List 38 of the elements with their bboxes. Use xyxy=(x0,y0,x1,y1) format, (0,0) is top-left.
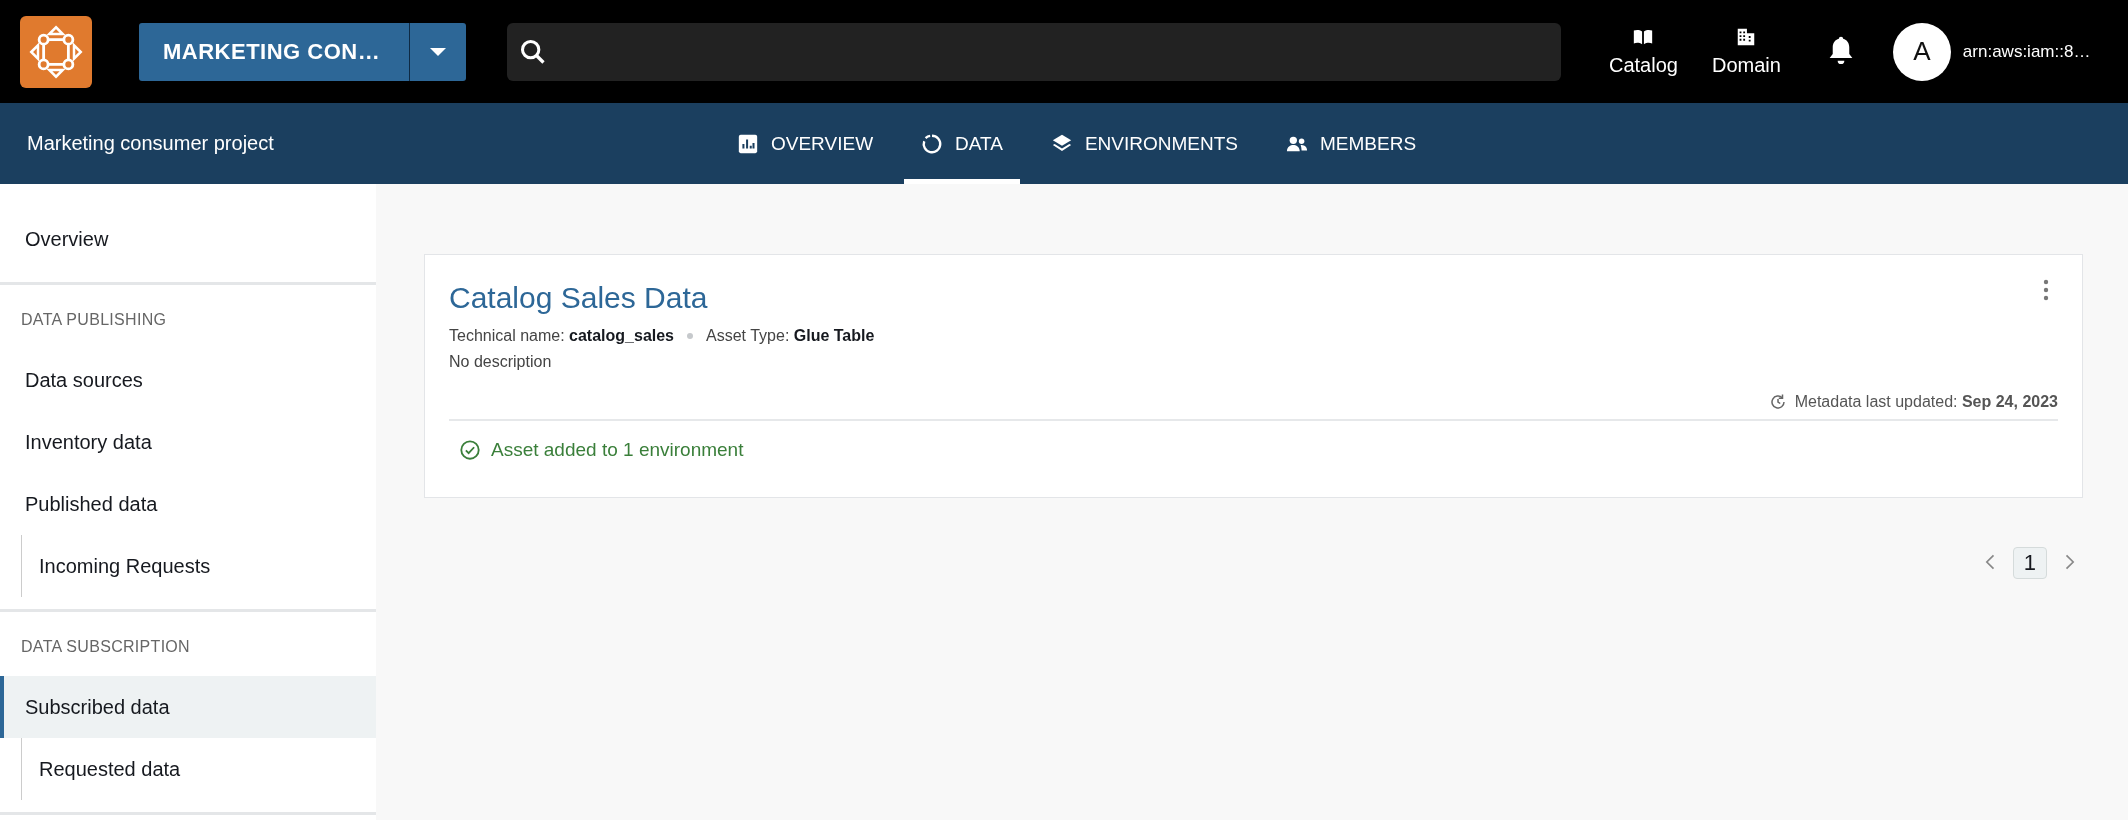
sidebar-item[interactable]: Published data xyxy=(0,473,376,535)
nav-link[interactable]: Catalog xyxy=(1609,26,1678,77)
technical-name: Technical name: catalog_sales xyxy=(449,327,674,345)
metadata-updated: Metadata last updated: Sep 24, 2023 xyxy=(1794,393,2058,411)
dot-separator-icon xyxy=(686,332,694,340)
circle-arc-icon xyxy=(921,132,944,155)
sidebar-item[interactable]: Data sources xyxy=(0,349,376,411)
search-field[interactable] xyxy=(507,22,1561,81)
sidebar-item[interactable]: Subscribed data xyxy=(0,676,376,738)
asset-description: No description xyxy=(449,353,553,371)
account-name: arn:aws:iam::8… xyxy=(1962,41,2091,62)
clock-icon xyxy=(1768,393,1787,411)
sidebar-item[interactable]: Inventory data xyxy=(0,411,376,473)
network-logo-icon xyxy=(29,24,83,79)
nav-tab[interactable]: MEMBERS xyxy=(1269,103,1434,184)
nav-tab[interactable]: OVERVIEW xyxy=(720,103,891,184)
section-heading: DATA PUBLISHING xyxy=(20,310,168,330)
dropdown-button[interactable] xyxy=(409,22,466,81)
asset-title-link[interactable]: Catalog Sales Data xyxy=(449,281,708,315)
nav-link[interactable]: Domain xyxy=(1711,26,1781,77)
caret-icon xyxy=(430,47,446,56)
project-selector-button[interactable]: MARKETING CON… xyxy=(139,22,409,81)
sidebar-item[interactable]: Overview xyxy=(0,208,376,270)
section-heading: DATA SUBSCRIPTION xyxy=(20,637,191,657)
search-icon xyxy=(519,37,547,66)
asset-type: Asset Type: Glue Table xyxy=(706,327,875,345)
nav-tab[interactable]: DATA xyxy=(904,103,1020,184)
user-avatar[interactable]: A xyxy=(1892,22,1951,81)
bar-chart-icon xyxy=(737,132,759,155)
check-circle-icon xyxy=(459,439,481,461)
sidebar-subitem[interactable]: Incoming Requests xyxy=(22,535,376,597)
project-title: Marketing consumer project xyxy=(27,132,275,155)
app-logo[interactable] xyxy=(20,15,92,88)
status-text: Asset added to 1 environment xyxy=(491,439,744,461)
nav-tab[interactable]: ENVIRONMENTS xyxy=(1033,103,1255,184)
page-number[interactable]: 1 xyxy=(2012,547,2047,579)
sidebar-subitem[interactable]: Requested data xyxy=(22,738,376,800)
vertical-dots-icon xyxy=(2042,279,2050,301)
